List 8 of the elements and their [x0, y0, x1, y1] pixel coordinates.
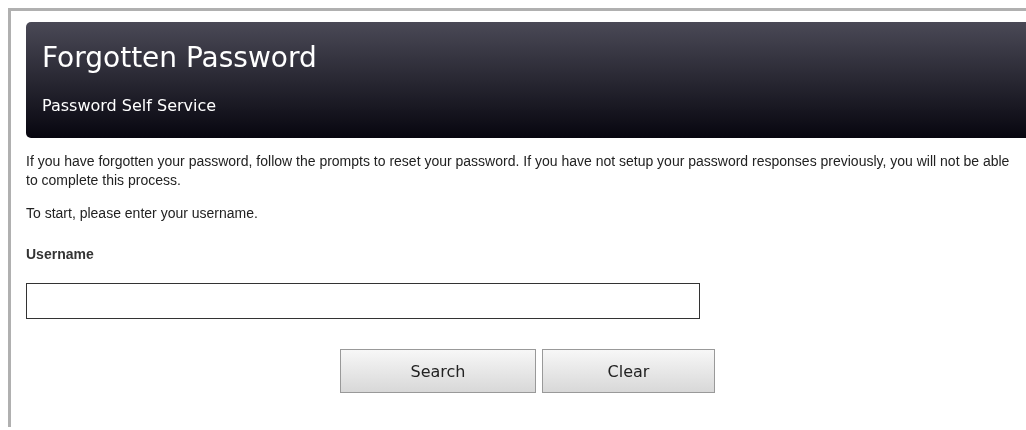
search-button[interactable]: Search — [340, 349, 536, 393]
username-field[interactable] — [26, 283, 700, 319]
intro-text: If you have forgotten your password, follow the prompts to reset your password. If you have not setup your password responses previously, you will not be able to complete this process. — [26, 152, 1011, 190]
clear-button[interactable]: Clear — [542, 349, 715, 393]
instruction-text: To start, please enter your username. — [26, 204, 259, 223]
page-title: Forgotten Password — [42, 40, 318, 76]
page-subtitle: Password Self Service — [42, 96, 218, 115]
username-label: Username — [26, 246, 95, 262]
